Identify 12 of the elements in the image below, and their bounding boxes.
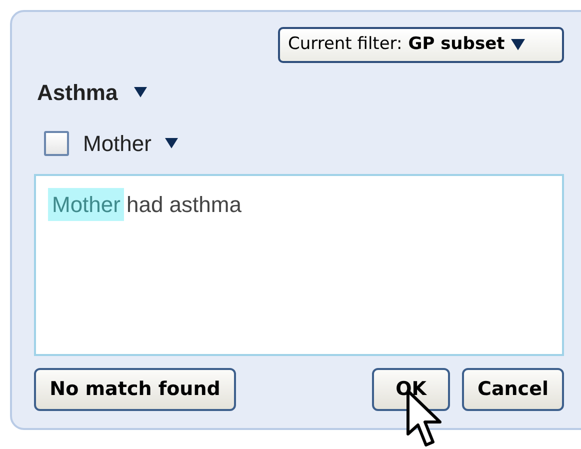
highlighted-word: Mother — [48, 188, 124, 221]
cancel-button[interactable]: Cancel — [462, 368, 564, 411]
checkbox[interactable] — [44, 131, 69, 156]
text-box[interactable]: Mother had asthma — [34, 174, 564, 356]
caret-icon[interactable] — [134, 87, 147, 98]
caret-icon[interactable] — [165, 138, 178, 149]
caret-icon[interactable] — [510, 39, 525, 51]
text: had asthma — [125, 191, 242, 219]
no-match-button[interactable]: No match found — [34, 368, 236, 411]
filter-dropdown[interactable]: Current filter: GP subset — [278, 27, 564, 63]
relation-label: Mother — [83, 130, 152, 158]
category-label: Asthma — [37, 79, 118, 107]
